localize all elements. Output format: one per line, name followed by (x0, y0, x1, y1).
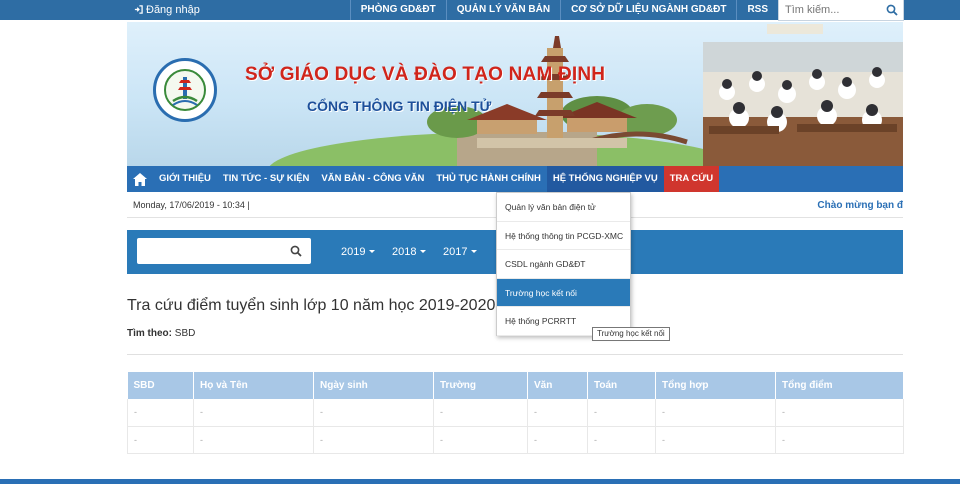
caret-down-icon (471, 250, 478, 253)
nav-item-tin-tuc[interactable]: TIN TỨC - SỰ KIỆN (217, 166, 315, 192)
table-cell: - (193, 426, 314, 454)
year-label: 2018 (392, 246, 417, 258)
table-cell: - (433, 426, 528, 454)
nghiep-vu-dropdown-menu: Quản lý văn bản điện tử Hệ thống thông t… (496, 192, 631, 336)
top-link-quan-ly-van-ban[interactable]: QUẢN LÝ VĂN BẢN (445, 0, 560, 20)
banner-subtitle: CỔNG THÔNG TIN ĐIỆN TỬ (307, 98, 492, 114)
table-cell: - (313, 426, 434, 454)
results-table: SBD Họ và Tên Ngày sinh Trường Văn Toán … (127, 372, 904, 454)
table-cell: - (433, 399, 528, 427)
table-cell: - (587, 399, 656, 427)
col-header-sbd[interactable]: SBD (127, 372, 194, 399)
search-by-label: Tìm theo: (127, 328, 172, 339)
search-by-value: SBD (174, 328, 196, 339)
logo-tower-icon (172, 77, 198, 106)
table-cell: - (655, 399, 776, 427)
col-header-tong-diem[interactable]: Tổng điểm (775, 372, 904, 399)
login-icon (134, 5, 143, 14)
nav-item-he-thong-nghiep-vu[interactable]: HỆ THỐNG NGHIỆP VỤ (546, 166, 664, 192)
main-nav: GIỚI THIỆU TIN TỨC - SỰ KIỆN VĂN BẢN - C… (127, 166, 903, 192)
table-cell: - (775, 426, 904, 454)
table-row: - - - - - - - - (127, 399, 904, 427)
menu-item-truong-hoc-ket-noi[interactable]: Trường học kết nối (497, 278, 630, 308)
top-search-input[interactable] (779, 0, 879, 20)
menu-item-csdl-nganh[interactable]: CSDL ngành GD&ĐT (497, 250, 630, 279)
search-icon[interactable] (290, 245, 302, 257)
footer-bar (0, 479, 960, 484)
menu-item-pcgd-xmc[interactable]: Hệ thống thông tin PCGD-XMC (497, 222, 630, 251)
search-by: Tìm theo: SBD (127, 328, 195, 339)
table-header-row: SBD Họ và Tên Ngày sinh Trường Văn Toán … (127, 372, 904, 399)
nav-item-thu-tuc[interactable]: THỦ TỤC HÀNH CHÍNH (430, 166, 547, 192)
login-label: Đăng nhập (146, 4, 200, 16)
top-link-rss[interactable]: RSS (736, 0, 778, 20)
year-dropdown-2018[interactable]: 2018 (392, 230, 443, 274)
col-header-tong-hop[interactable]: Tổng hợp (655, 372, 776, 399)
logo-emblem (164, 69, 206, 111)
site-logo[interactable] (153, 58, 217, 122)
site-banner: SỞ GIÁO DỤC VÀ ĐÀO TẠO NAM ĐỊNH CỔNG THÔ… (127, 22, 903, 166)
year-label: 2017 (443, 246, 468, 258)
col-header-ho-ten[interactable]: Họ và Tên (193, 372, 314, 399)
hover-tooltip: Trường học kết nối (592, 327, 670, 341)
banner-title: SỞ GIÁO DỤC VÀ ĐÀO TẠO NAM ĐỊNH (245, 64, 606, 85)
nav-item-tra-cuu[interactable]: TRA CỨU (663, 166, 720, 192)
year-selectors: 2019 2018 2017 (341, 230, 494, 274)
top-links: PHÒNG GD&ĐT QUẢN LÝ VĂN BẢN CƠ SỞ DỮ LIỆ… (349, 0, 960, 21)
col-header-van[interactable]: Văn (527, 372, 588, 399)
table-cell: - (587, 426, 656, 454)
table-cell: - (193, 399, 314, 427)
table-cell: - (127, 399, 194, 427)
col-header-toan[interactable]: Toán (587, 372, 656, 399)
col-header-ngay-sinh[interactable]: Ngày sinh (313, 372, 434, 399)
top-bar: Đăng nhập PHÒNG GD&ĐT QUẢN LÝ VĂN BẢN CƠ… (0, 0, 960, 21)
divider (127, 354, 903, 355)
home-icon (133, 172, 147, 186)
welcome-marquee: Chào mừng bạn đ (817, 200, 903, 211)
top-search-box (778, 0, 904, 21)
banner-illustration (269, 24, 903, 166)
table-cell: - (775, 399, 904, 427)
nav-item-gioi-thieu[interactable]: GIỚI THIỆU (153, 166, 217, 192)
search-icon[interactable] (886, 4, 898, 16)
year-dropdown-2017[interactable]: 2017 (443, 230, 494, 274)
login-link[interactable]: Đăng nhập (134, 0, 200, 20)
caret-down-icon (420, 250, 427, 253)
table-cell: - (127, 426, 194, 454)
table-cell: - (313, 399, 434, 427)
top-link-csdl-nganh[interactable]: CƠ SỞ DỮ LIỆU NGÀNH GD&ĐT (560, 0, 736, 20)
current-date: Monday, 17/06/2019 - 10:34 | (133, 200, 250, 210)
col-header-truong[interactable]: Trường (433, 372, 528, 399)
caret-down-icon (369, 250, 376, 253)
home-button[interactable] (127, 166, 153, 192)
year-label: 2019 (341, 246, 366, 258)
nav-item-van-ban[interactable]: VĂN BẢN - CÔNG VĂN (315, 166, 430, 192)
year-dropdown-2019[interactable]: 2019 (341, 230, 392, 274)
page-title: Tra cứu điểm tuyển sinh lớp 10 năm học 2… (127, 297, 496, 314)
table-row: - - - - - - - - (127, 426, 904, 454)
menu-item-quan-ly-van-ban-dien-tu[interactable]: Quản lý văn bản điện tử (497, 193, 630, 222)
filter-search-box[interactable] (137, 238, 311, 264)
table-cell: - (527, 399, 588, 427)
top-link-phong-gddt[interactable]: PHÒNG GD&ĐT (349, 0, 446, 20)
table-cell: - (527, 426, 588, 454)
table-cell: - (655, 426, 776, 454)
